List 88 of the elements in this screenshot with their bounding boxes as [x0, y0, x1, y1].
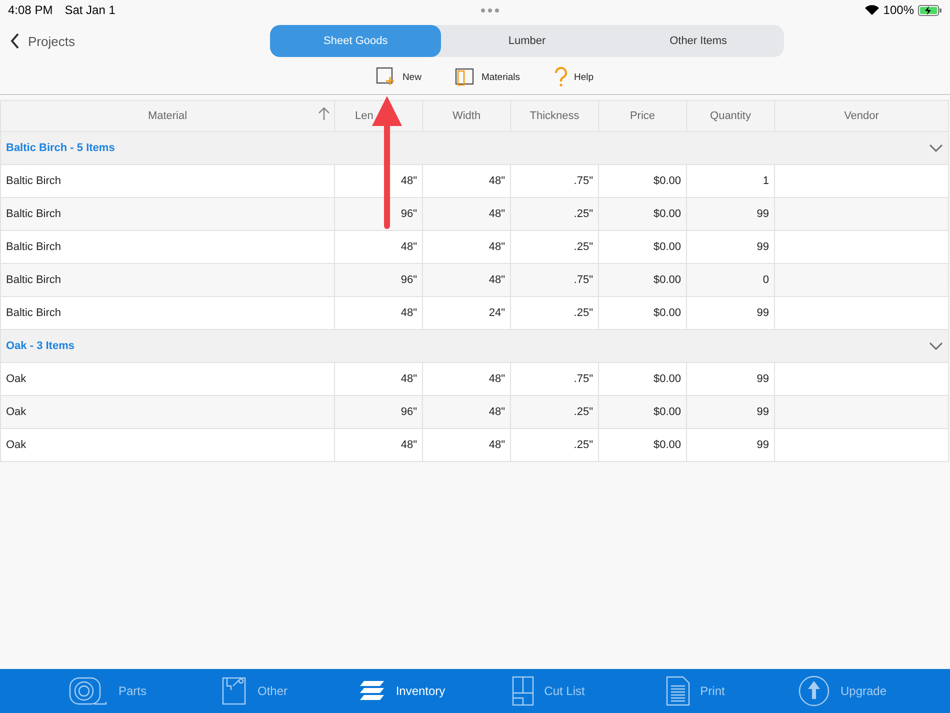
- chevron-down-icon[interactable]: [929, 341, 943, 351]
- table-cell: 0: [686, 264, 774, 296]
- table-cell: 99: [686, 362, 774, 396]
- table-cell: $0.00: [598, 396, 686, 428]
- chevron-left-icon: [10, 33, 20, 49]
- table-cell: $0.00: [598, 264, 686, 296]
- status-time: 4:08 PM: [8, 3, 53, 17]
- tab-bar-item[interactable]: Other: [181, 669, 328, 713]
- table-cell: Oak: [0, 396, 334, 428]
- document-icon: [666, 676, 690, 706]
- back-button[interactable]: Projects: [0, 33, 260, 49]
- table-cell: 96": [334, 198, 422, 230]
- table-cell: 48": [422, 164, 510, 198]
- group-header[interactable]: Oak - 3 Items: [0, 330, 948, 362]
- table-cell: 48": [334, 428, 422, 462]
- help-button[interactable]: Help: [548, 66, 600, 88]
- column-header[interactable]: Width: [422, 100, 510, 132]
- new-document-icon: [376, 67, 396, 87]
- table-cell: .25": [510, 198, 598, 230]
- table-cell: 48": [422, 198, 510, 230]
- tape-measure-icon: [68, 676, 108, 706]
- wifi-icon: [865, 5, 880, 15]
- table-cell: .25": [510, 428, 598, 462]
- table-cell: 1: [686, 164, 774, 198]
- table-cell: 24": [422, 296, 510, 330]
- group-header[interactable]: Baltic Birch - 5 Items: [0, 132, 948, 164]
- table-cell: $0.00: [598, 428, 686, 462]
- column-header[interactable]: Quantity: [686, 100, 774, 132]
- tab-bar-item[interactable]: Parts: [34, 669, 181, 713]
- panels-icon: [455, 68, 476, 86]
- table-cell: $0.00: [598, 198, 686, 230]
- tab-bar-item[interactable]: Upgrade: [769, 669, 916, 713]
- tab-bar-item[interactable]: Cut List: [475, 669, 622, 713]
- table-cell: Oak: [0, 362, 334, 396]
- table-cell: 99: [686, 396, 774, 428]
- table-cell: .75": [510, 164, 598, 198]
- table-cell: 99: [686, 198, 774, 230]
- status-date: Sat Jan 1: [64, 3, 116, 17]
- segment-tab[interactable]: Lumber: [441, 25, 613, 57]
- segment-tab[interactable]: Other Items: [612, 25, 784, 57]
- table-cell: 48": [422, 362, 510, 396]
- table-cell: Baltic Birch: [0, 164, 334, 198]
- table-cell: .25": [510, 230, 598, 264]
- table-cell: Baltic Birch: [0, 230, 334, 264]
- sort-up-arrow-icon: [318, 107, 330, 121]
- table-cell: .25": [510, 396, 598, 428]
- column-header[interactable]: Material: [0, 100, 334, 132]
- stacked-layers-icon: [358, 680, 386, 702]
- table-cell: 48": [422, 264, 510, 296]
- table-cell: 99: [686, 428, 774, 462]
- table-cell: $0.00: [598, 296, 686, 330]
- battery-charging-icon: [918, 4, 942, 16]
- group-title: Oak - 3 Items: [6, 340, 74, 352]
- chevron-down-icon[interactable]: [929, 143, 943, 153]
- table-cell: Oak: [0, 428, 334, 462]
- table-cell: Baltic Birch: [0, 296, 334, 330]
- table-cell: .75": [510, 264, 598, 296]
- table-cell: 48": [334, 230, 422, 264]
- table-cell: 96": [334, 264, 422, 296]
- materials-button[interactable]: Materials: [449, 67, 526, 87]
- tab-bar-item[interactable]: Print: [622, 669, 769, 713]
- table-cell: 48": [334, 296, 422, 330]
- tab-bar-item[interactable]: Inventory: [328, 669, 475, 713]
- table-cell: Baltic Birch: [0, 264, 334, 296]
- table-cell: $0.00: [598, 230, 686, 264]
- table-cell: 48": [422, 428, 510, 462]
- column-header[interactable]: Price: [598, 100, 686, 132]
- more-dots-icon: [480, 8, 500, 12]
- table-cell: 48": [422, 230, 510, 264]
- segment-tab[interactable]: Sheet Goods: [270, 25, 442, 57]
- table-cell: 96": [334, 396, 422, 428]
- table-cell: 99: [686, 296, 774, 330]
- table-cell: 48": [422, 396, 510, 428]
- table-cell: $0.00: [598, 164, 686, 198]
- new-button[interactable]: New: [370, 66, 428, 88]
- router-table-icon: [221, 676, 248, 706]
- table-cell: $0.00: [598, 362, 686, 396]
- table-cell: .25": [510, 296, 598, 330]
- cut-layout-icon: [512, 676, 534, 706]
- table-cell: 48": [334, 362, 422, 396]
- table-cell: 99: [686, 230, 774, 264]
- column-header[interactable]: Thickness: [510, 100, 598, 132]
- battery-percent: 100%: [883, 3, 914, 17]
- table-cell: .75": [510, 362, 598, 396]
- question-mark-icon: [554, 67, 568, 87]
- table-cell: Baltic Birch: [0, 198, 334, 230]
- group-title: Baltic Birch - 5 Items: [6, 142, 115, 154]
- column-header[interactable]: Vendor: [774, 100, 948, 132]
